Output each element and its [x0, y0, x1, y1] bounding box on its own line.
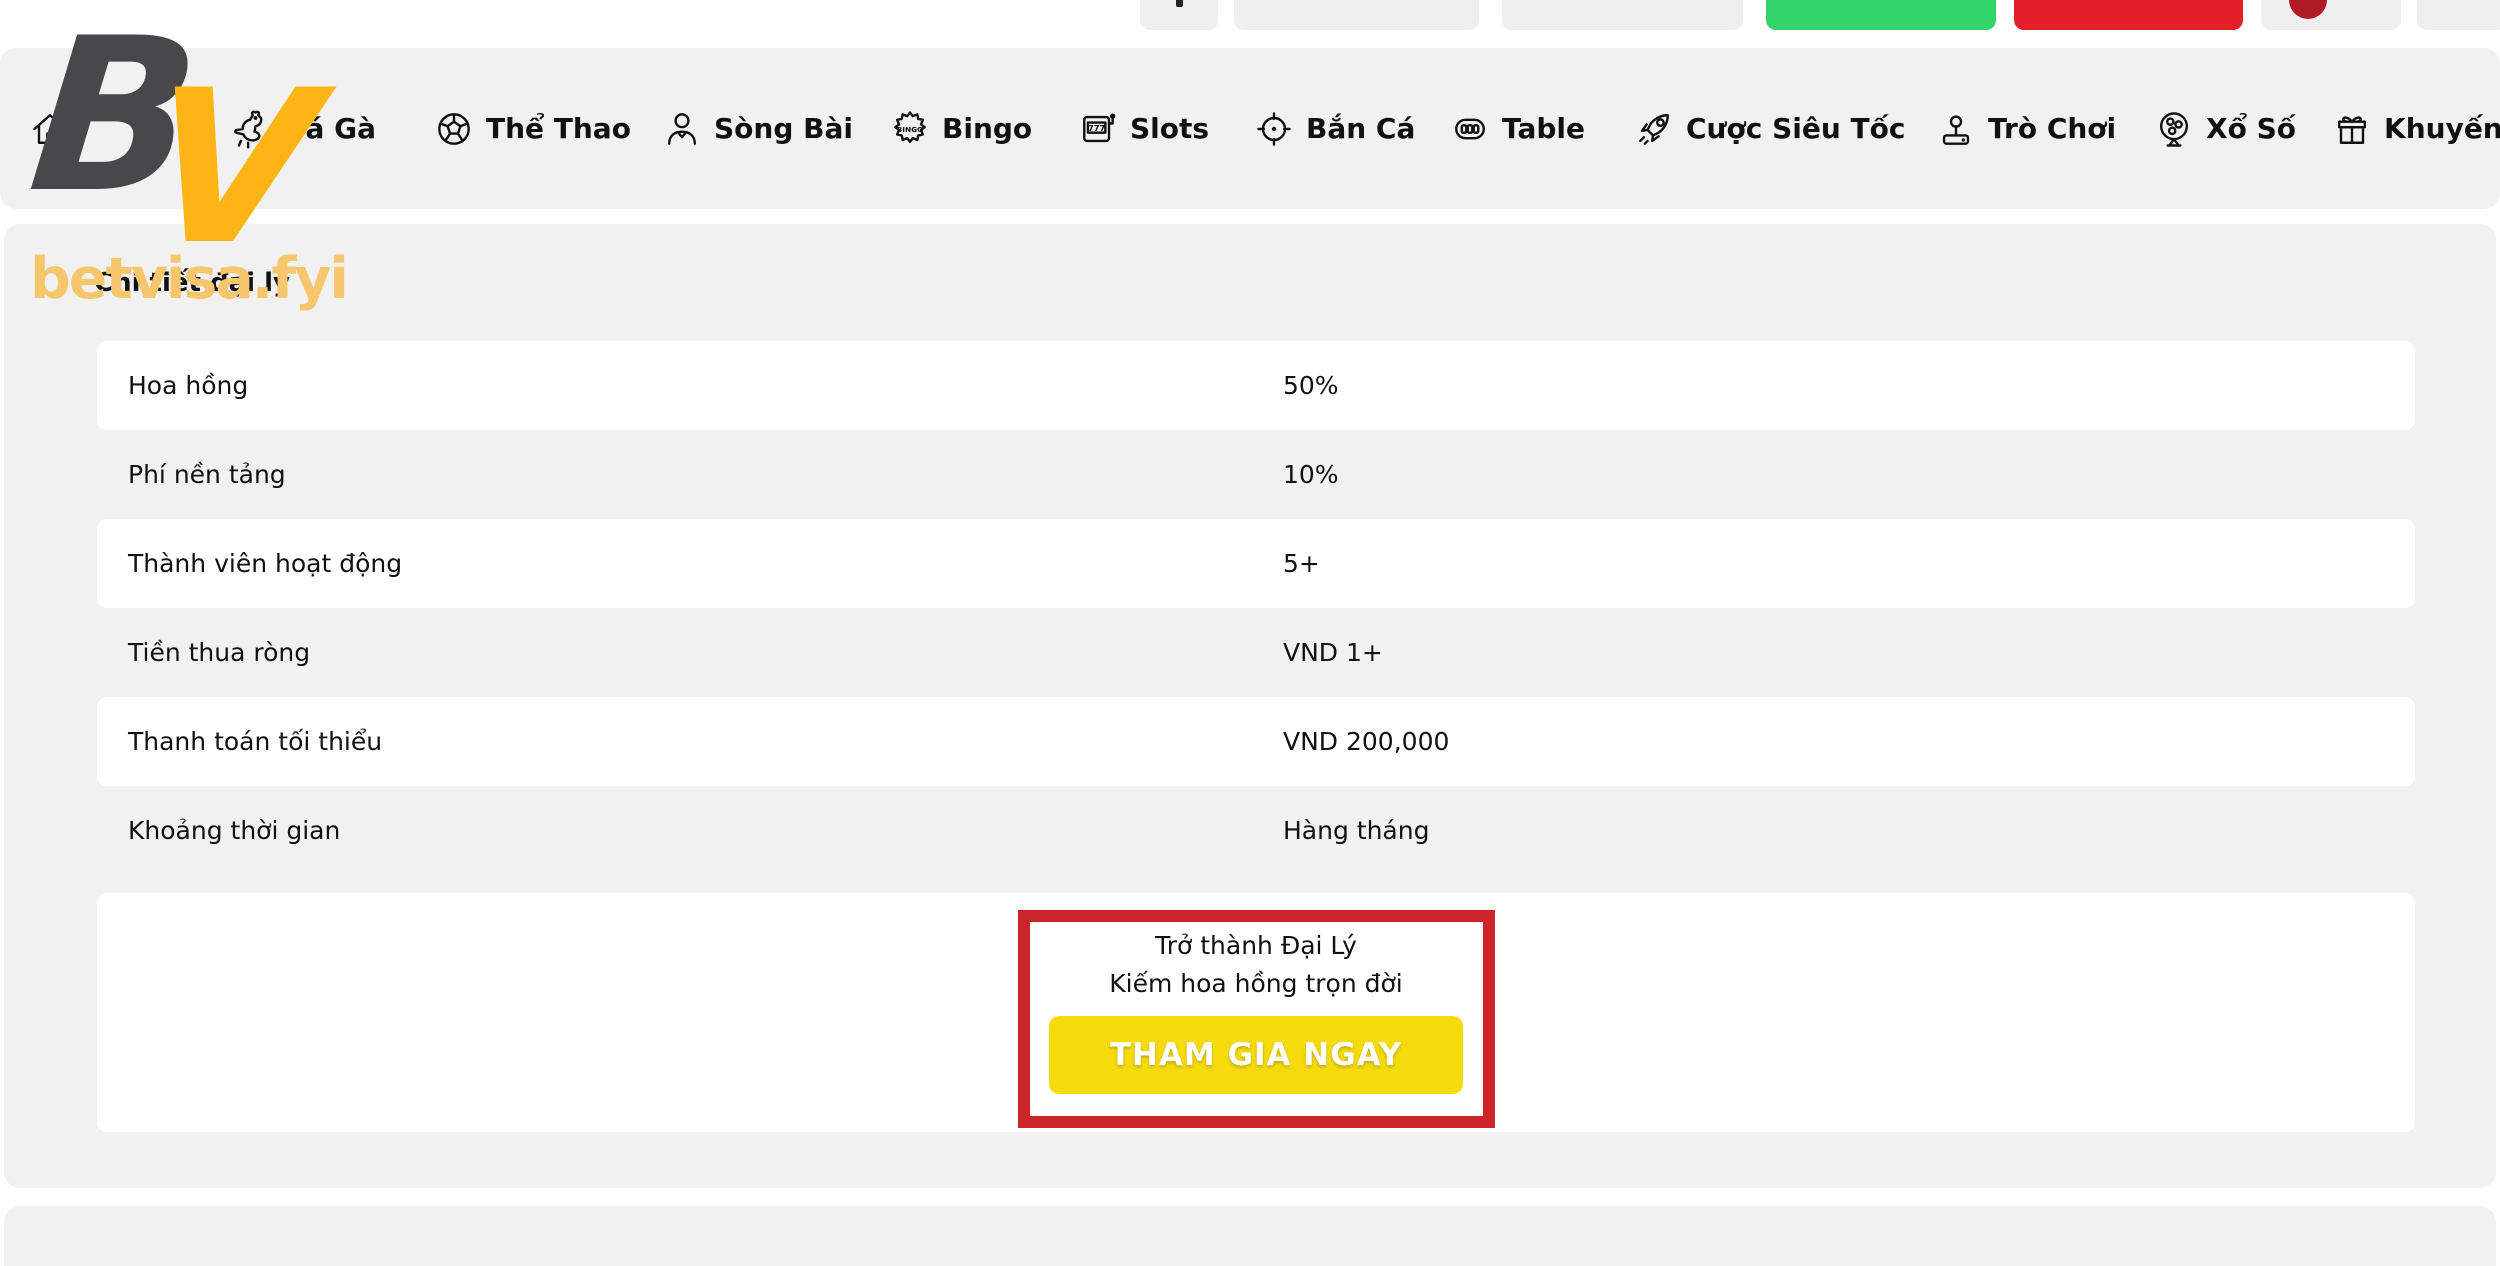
nav-item-label: Đá Gà [282, 112, 376, 145]
table-row: Thanh toán tối thiểu VND 200,000 [97, 697, 2415, 786]
main-navigation: Đá Gà Thể Thao Sòng Bài BINGO Bingo 777 Slots B… [0, 48, 2500, 209]
nav-item-song-bai[interactable]: Sòng Bài [660, 48, 853, 209]
table-row: Thành viên hoạt động 5+ [97, 519, 2415, 608]
rooster-icon [228, 107, 272, 151]
nav-item-cuoc-sieu-toc[interactable]: Cược Siêu Tốc [1632, 48, 1905, 209]
row-label: Phí nền tảng [97, 460, 286, 489]
topbar-button-2[interactable] [1234, 0, 1479, 30]
join-now-button[interactable]: THAM GIA NGAY [1049, 1016, 1463, 1094]
home-icon [28, 107, 72, 151]
row-value: 10% [1283, 460, 1339, 489]
nav-item-label: Bingo [942, 112, 1032, 145]
topbar-button-edge[interactable] [2417, 0, 2500, 30]
row-label: Tiền thua ròng [97, 638, 310, 667]
row-label: Thanh toán tối thiểu [97, 727, 382, 756]
nav-item-label: Thể Thao [486, 112, 631, 145]
agent-details-panel: Hoa hồng 50% Phí nền tảng 10% Thành viên hoạ… [4, 224, 2496, 1188]
row-value: VND 200,000 [1283, 727, 1449, 756]
cta-section: Trở thành Đại Lý Kiếm hoa hồng trọn đời … [97, 893, 2415, 1132]
page-title: Chi tiết đại lý [94, 268, 290, 298]
joystick-icon [1934, 107, 1978, 151]
topbar-icon-button[interactable] [1140, 0, 1218, 30]
agent-details-table: Hoa hồng 50% Phí nền tảng 10% Thành viên hoạ… [97, 341, 2415, 875]
avatar [2289, 0, 2327, 19]
table-row: Khoảng thời gian Hàng tháng [97, 786, 2415, 875]
cta-title-line2: Kiếm hoa hồng trọn đời [1030, 965, 1483, 1003]
nav-item-label: Xổ Số [2206, 112, 2296, 145]
logo-text-visa: VISA [137, 0, 288, 12]
logo-text-bet: BET [16, 0, 137, 12]
rocket-icon [1632, 107, 1676, 151]
table-chip-icon [1448, 107, 1492, 151]
top-bar: BETVISA [0, 0, 2500, 34]
next-section-panel [4, 1206, 2496, 1266]
row-value: 5+ [1283, 549, 1320, 578]
svg-text:777: 777 [1088, 122, 1105, 132]
row-label: Khoảng thời gian [97, 816, 340, 845]
gift-icon [2330, 107, 2374, 151]
row-value: 50% [1283, 371, 1339, 400]
nav-item-label: Trò Chơi [1988, 112, 2116, 145]
nav-item-khuyen-mai[interactable]: Khuyến Mãi [2330, 48, 2500, 209]
nav-item-bingo[interactable]: BINGO Bingo [888, 48, 1032, 209]
row-label: Thành viên hoạt động [97, 549, 402, 578]
lottery-wheel-icon [2152, 107, 2196, 151]
bingo-star-icon: BINGO [888, 107, 932, 151]
nav-item-ban-ca[interactable]: Bắn Cá [1252, 48, 1415, 209]
dealer-icon [660, 107, 704, 151]
table-row: Hoa hồng 50% [97, 341, 2415, 430]
svg-text:BINGO: BINGO [897, 124, 924, 133]
nav-item-label: Bắn Cá [1306, 112, 1415, 145]
soccer-ball-icon [432, 107, 476, 151]
crosshair-icon [1252, 107, 1296, 151]
topbar-account-button[interactable] [2261, 0, 2401, 30]
nav-item-table[interactable]: Table [1448, 48, 1585, 209]
nav-item-label: Cược Siêu Tốc [1686, 112, 1905, 145]
topbar-button-red[interactable] [2014, 0, 2243, 30]
nav-item-label: Sòng Bài [714, 112, 853, 145]
nav-item-tro-choi[interactable]: Trò Chơi [1934, 48, 2116, 209]
nav-item-label: Slots [1130, 112, 1209, 145]
notification-glyph-icon [1176, 0, 1183, 7]
cta-title-line1: Trở thành Đại Lý [1030, 927, 1483, 965]
nav-item-home[interactable] [28, 48, 72, 209]
row-value: VND 1+ [1283, 638, 1383, 667]
row-value: Hàng tháng [1283, 816, 1429, 845]
topbar-button-green[interactable] [1766, 0, 1996, 30]
nav-item-xo-so[interactable]: Xổ Số [2152, 48, 2296, 209]
table-row: Phí nền tảng 10% [97, 430, 2415, 519]
nav-item--a-ga[interactable]: Đá Gà [228, 48, 376, 209]
nav-item-label: Khuyến Mãi [2384, 112, 2500, 145]
topbar-button-3[interactable] [1502, 0, 1743, 30]
row-label: Hoa hồng [97, 371, 248, 400]
nav-item-label: Table [1502, 112, 1585, 145]
cta-highlight-box: Trở thành Đại Lý Kiếm hoa hồng trọn đời … [1018, 910, 1495, 1128]
betvisa-logo: BETVISA [16, 0, 287, 8]
table-row: Tiền thua ròng VND 1+ [97, 608, 2415, 697]
nav-item-slots[interactable]: 777 Slots [1076, 48, 1209, 209]
slot-machine-icon: 777 [1076, 107, 1120, 151]
nav-item-the-thao[interactable]: Thể Thao [432, 48, 631, 209]
